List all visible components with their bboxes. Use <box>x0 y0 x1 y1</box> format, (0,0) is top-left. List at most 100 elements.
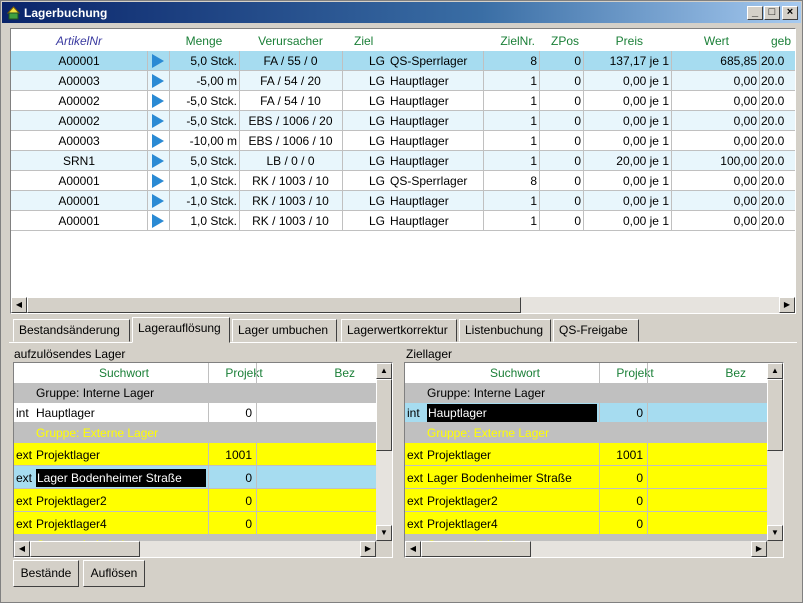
scroll-left-icon[interactable]: ◀ <box>11 297 27 313</box>
target-vscrollbar[interactable]: ▲ ▼ <box>767 363 783 541</box>
storage-row-selected[interactable]: ext Lager Bodenheimer Straße 0 <box>14 466 376 489</box>
table-row[interactable]: SRN1 5,0 Stck. LB / 0 / 0 LG Hauptlager 1 0 20,… <box>11 151 795 171</box>
table-row[interactable]: A00002 -5,0 Stck. FA / 54 / 10 LG Hauptlager… <box>11 91 795 111</box>
table-row[interactable]: A00003 -5,00 m FA / 54 / 20 LG Hauptlager 1 0 0… <box>11 71 795 91</box>
bookings-hscrollbar[interactable]: ◀ ▶ <box>11 297 795 313</box>
cell-zpos: 0 <box>574 114 581 128</box>
tab-qs-freigabe[interactable]: QS-Freigabe <box>553 319 639 342</box>
table-row[interactable]: A00001 1,0 Stck. RK / 1003 / 10 LG QS-Sperrl… <box>11 171 795 191</box>
scroll-left-icon[interactable]: ◀ <box>405 541 421 557</box>
tab-listenbuchung[interactable]: Listenbuchung <box>459 319 551 342</box>
vscroll-thumb[interactable] <box>376 379 392 451</box>
storage-row[interactable]: ext Projektlager 1001 <box>14 443 376 466</box>
bestaende-button[interactable]: Bestände <box>13 560 79 587</box>
storage-name: Projektlager2 <box>427 493 498 508</box>
table-row[interactable]: A00001 -1,0 Stck. RK / 1003 / 10 LG Hauptlag… <box>11 191 795 211</box>
scroll-right-icon[interactable]: ▶ <box>751 541 767 557</box>
cell-wert: 0,00 <box>733 194 757 208</box>
group-row: Gruppe: Externe Lager <box>14 423 376 443</box>
column-header[interactable]: Verursacher <box>239 31 342 51</box>
cell-artikel: SRN1 <box>62 154 95 168</box>
target-storage-list[interactable]: Suchwort Projekt Bez Gruppe: Interne Lager i… <box>404 362 784 558</box>
row-action-arrow-icon[interactable] <box>151 74 165 88</box>
scroll-right-icon[interactable]: ▶ <box>360 541 376 557</box>
storage-row[interactable]: ext Projektlager2 0 <box>405 489 767 512</box>
tab-lagerwertkorrektur[interactable]: Lagerwertkorrektur <box>341 319 457 342</box>
cell-zpos: 0 <box>574 74 581 88</box>
storage-row[interactable]: ext Projektlager4 0 <box>14 512 376 535</box>
scroll-down-icon[interactable]: ▼ <box>376 525 392 541</box>
minimize-button[interactable]: _ <box>747 6 763 20</box>
storage-row[interactable]: ext Projektlager2 0 <box>14 489 376 512</box>
table-row[interactable]: A00002 -5,0 Stck. EBS / 1006 / 20 LG Hauptla… <box>11 111 795 131</box>
scroll-up-icon[interactable]: ▲ <box>376 363 392 379</box>
hscroll-thumb[interactable] <box>27 297 521 313</box>
storage-row[interactable]: int Hauptlager 0 <box>14 403 376 423</box>
cell-ziel: Hauptlager <box>390 74 449 88</box>
storage-row[interactable]: ext Projektlager 1001 <box>405 443 767 466</box>
storage-row[interactable]: ext Projektlager4 0 <box>405 512 767 535</box>
bookings-table[interactable]: ArtikelNr Menge Verursacher Ziel ZielNr. ZPos… <box>10 28 796 314</box>
scroll-right-icon[interactable]: ▶ <box>779 297 795 313</box>
group-label: Gruppe: Interne Lager <box>36 386 155 400</box>
column-header-projekt[interactable]: Projekt <box>600 363 670 383</box>
cell-ziel-lg: LG <box>368 194 385 208</box>
cell-geb: 20.0 <box>761 114 785 128</box>
column-header-bez[interactable]: Bez <box>680 363 746 383</box>
column-header-suchwort[interactable]: Suchwort <box>34 363 214 383</box>
cell-zielnr: 1 <box>530 74 537 88</box>
close-button[interactable]: × <box>782 6 798 20</box>
column-header[interactable]: ArtikelNr <box>11 31 147 51</box>
row-action-arrow-icon[interactable] <box>151 154 165 168</box>
table-row-selected[interactable]: A00001 5,0 Stck. FA / 55 / 0 LG QS-Sperrlage… <box>11 51 795 71</box>
column-header-bez[interactable]: Bez <box>289 363 355 383</box>
column-header[interactable]: Wert <box>671 31 729 51</box>
storage-prefix: ext <box>407 493 424 508</box>
row-action-arrow-icon[interactable] <box>151 94 165 108</box>
maximize-button[interactable]: □ <box>764 6 780 20</box>
scroll-corner <box>767 541 783 557</box>
tab-bestands-nderung[interactable]: Bestandsänderung <box>13 319 130 342</box>
column-header[interactable]: Ziel <box>354 31 394 51</box>
cell-ziel-lg: LG <box>368 134 385 148</box>
column-header[interactable]: geb <box>771 31 795 51</box>
source-vscrollbar[interactable]: ▲ ▼ <box>376 363 392 541</box>
tab-lager-umbuchen[interactable]: Lager umbuchen <box>232 319 337 342</box>
table-row[interactable]: A00001 1,0 Stck. RK / 1003 / 10 LG Hauptlage… <box>11 211 795 231</box>
title-bar[interactable]: Lagerbuchung _ □ × <box>2 2 801 23</box>
row-action-arrow-icon[interactable] <box>151 54 165 68</box>
aufloesen-button[interactable]: Auflösen <box>83 560 145 587</box>
column-header[interactable]: ZPos <box>539 31 579 51</box>
column-header[interactable]: Menge <box>169 31 239 51</box>
storage-row[interactable]: ext Lager Bodenheimer Straße 0 <box>405 466 767 489</box>
scroll-left-icon[interactable]: ◀ <box>14 541 30 557</box>
cell-ziel: Hauptlager <box>390 214 449 228</box>
column-header[interactable]: Preis <box>583 31 643 51</box>
hscroll-thumb[interactable] <box>421 541 531 557</box>
tab-lageraufl-sung[interactable]: Lagerauflösung <box>132 317 230 343</box>
hscroll-thumb[interactable] <box>30 541 140 557</box>
row-action-arrow-icon[interactable] <box>151 134 165 148</box>
cell-ziel-lg: LG <box>368 114 385 128</box>
scroll-up-icon[interactable]: ▲ <box>767 363 783 379</box>
column-header[interactable]: ZielNr. <box>483 31 535 51</box>
vscroll-thumb[interactable] <box>767 379 783 451</box>
row-action-arrow-icon[interactable] <box>151 214 165 228</box>
source-storage-list[interactable]: Suchwort Projekt Bez Gruppe: Interne Lager i… <box>13 362 393 558</box>
row-action-arrow-icon[interactable] <box>151 174 165 188</box>
cell-geb: 20.0 <box>761 154 785 168</box>
source-hscrollbar[interactable]: ◀ ▶ <box>14 541 376 557</box>
row-action-arrow-icon[interactable] <box>151 114 165 128</box>
left-panel-label: aufzulösendes Lager <box>14 347 126 361</box>
column-header-suchwort[interactable]: Suchwort <box>425 363 605 383</box>
storage-projekt: 0 <box>245 470 252 485</box>
cell-ziel: Hauptlager <box>390 194 449 208</box>
table-row[interactable]: A00003 -10,00 m EBS / 1006 / 10 LG Hauptlage… <box>11 131 795 151</box>
cell-zpos: 0 <box>574 214 581 228</box>
storage-row-selected[interactable]: int Hauptlager 0 <box>405 403 767 423</box>
scroll-down-icon[interactable]: ▼ <box>767 525 783 541</box>
row-action-arrow-icon[interactable] <box>151 194 165 208</box>
column-header-projekt[interactable]: Projekt <box>209 363 279 383</box>
target-hscrollbar[interactable]: ◀ ▶ <box>405 541 767 557</box>
column-divider <box>169 51 170 231</box>
